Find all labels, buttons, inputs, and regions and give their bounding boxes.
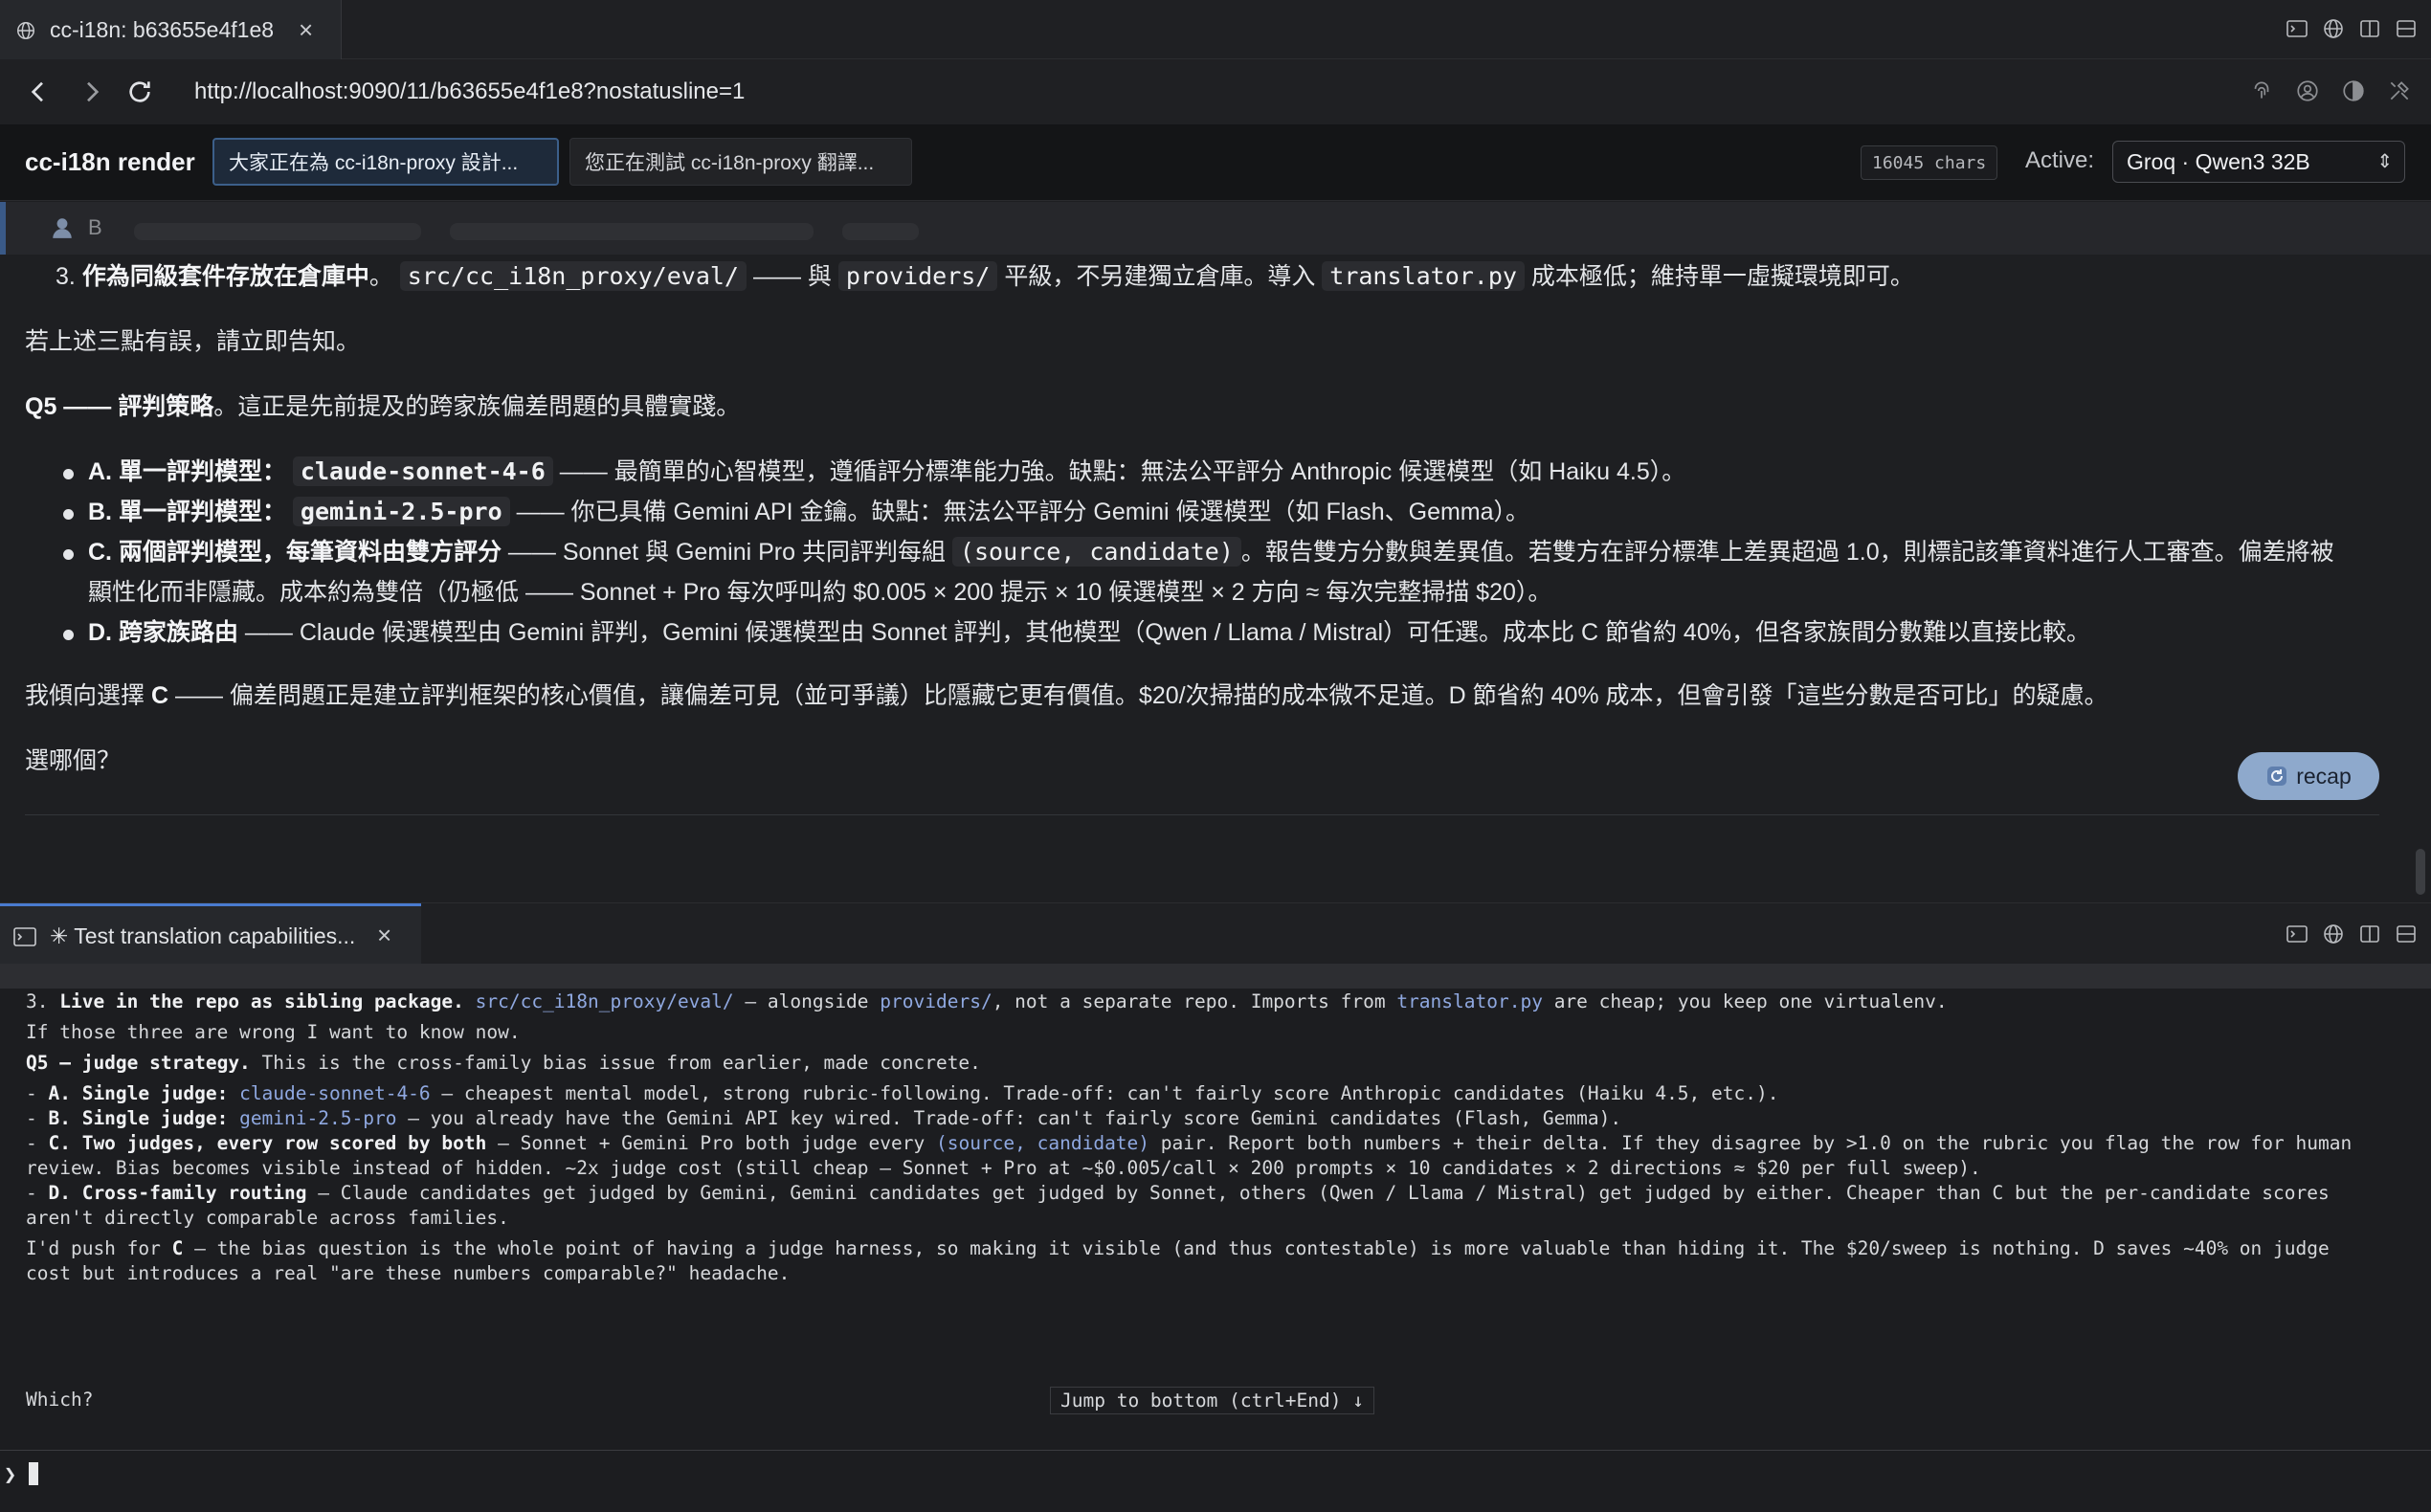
divider: [0, 1450, 2431, 1451]
code-model-a: claude-sonnet-4-6: [292, 456, 553, 486]
bullet: [63, 630, 74, 640]
option-b: B. 單一評判模型： gemini-2.5-pro —— 你已具備 Gemini…: [88, 497, 1530, 526]
chevron-updown-icon: ⇕: [2376, 151, 2393, 172]
char-count-badge: 16045 chars: [1861, 145, 1998, 180]
browser-tab[interactable]: cc-i18n: b63655e4f1e8 ×: [0, 0, 342, 59]
reload-icon[interactable]: [124, 77, 155, 107]
terminal-icon[interactable]: [2286, 923, 2308, 945]
divider: [25, 814, 2379, 815]
scrollbar-thumb[interactable]: [2416, 849, 2425, 895]
browser-tab-bar: cc-i18n: b63655e4f1e8 ×: [0, 0, 2431, 59]
terminal-line: Which?: [26, 1389, 94, 1411]
paragraph-wrong: 若上述三點有誤，請立即告知。: [25, 328, 361, 355]
code-path-eval: src/cc_i18n_proxy/eval/: [399, 261, 747, 291]
terminal-line: - C. Two judges, every row scored by bot…: [26, 1132, 2353, 1154]
model-select-value: Groq · Qwen3 32B: [2127, 148, 2310, 174]
terminal-line: review. Bias becomes visible instead of …: [26, 1157, 1981, 1179]
bullet: [63, 509, 74, 520]
prompt-tab-1[interactable]: 大家正在為 cc-i18n-proxy 設計...: [212, 138, 559, 186]
prompt-icon: ❯: [4, 1463, 17, 1487]
back-icon[interactable]: [23, 77, 54, 107]
terminal-icon: [13, 927, 36, 946]
bullet: [63, 469, 74, 479]
refresh-icon: [2267, 767, 2287, 786]
fingerprint-icon[interactable]: [2249, 78, 2274, 103]
prompt-tab-2[interactable]: 您正在測試 cc-i18n-proxy 翻譯...: [569, 138, 912, 186]
model-select[interactable]: Groq · Qwen3 32B ⇕: [2112, 141, 2405, 183]
app-header: cc-i18n render 大家正在為 cc-i18n-proxy 設計...…: [0, 124, 2431, 201]
terminal-output[interactable]: 3. Live in the repo as sibling package. …: [0, 964, 2431, 1512]
split-vertical-icon[interactable]: [2358, 923, 2381, 945]
split-horizontal-icon[interactable]: [2395, 923, 2418, 945]
question-which: 選哪個？: [25, 747, 122, 774]
terminal-line: If those three are wrong I want to know …: [26, 1021, 521, 1043]
message-accent-bar: [0, 202, 6, 255]
account-icon[interactable]: [2295, 78, 2320, 103]
globe-icon[interactable]: [2322, 17, 2345, 40]
terminal-line: Q5 — judge strategy. This is the cross-f…: [26, 1052, 981, 1074]
option-c: C. 兩個評判模型，每筆資料由雙方評分 —— Sonnet 與 Gemini P…: [88, 537, 2334, 567]
terminal-line: - D. Cross-family routing — Claude candi…: [26, 1182, 2330, 1204]
terminal-line: 3. Live in the repo as sibling package. …: [26, 990, 1948, 1012]
preference-paragraph: 我傾向選擇 C —— 偏差問題正是建立評判框架的核心價值，讓偏差可見（並可爭議）…: [25, 682, 2108, 709]
terminal-tab-bar: ✳ Test translation capabilities... ×: [0, 902, 2431, 965]
terminal-line: I'd push for C — the bias question is th…: [26, 1237, 2330, 1259]
terminal-controls: [2286, 923, 2418, 945]
forward-icon[interactable]: [77, 77, 107, 107]
globe-icon[interactable]: [2322, 923, 2345, 945]
item-3: 3. 作為同級套件存放在倉庫中。 src/cc_i18n_proxy/eval/…: [56, 261, 1914, 291]
url-bar: http://localhost:9090/11/b63655e4f1e8?no…: [0, 59, 2431, 124]
contrast-icon[interactable]: [2341, 78, 2366, 103]
input-cursor[interactable]: [29, 1462, 38, 1485]
terminal-line: - B. Single judge: gemini-2.5-pro — you …: [26, 1107, 1622, 1129]
previous-user-message: B: [0, 202, 2431, 255]
url-bar-actions: [2249, 78, 2412, 103]
terminal-line: - A. Single judge: claude-sonnet-4-6 — c…: [26, 1082, 1779, 1104]
blurred-text: [450, 223, 814, 240]
q5-heading: Q5 —— 評判策略。這正是先前提及的跨家族偏差問題的具體實踐。: [25, 393, 741, 420]
window-controls: [2286, 17, 2418, 40]
user-initial: B: [88, 215, 102, 239]
terminal-tab[interactable]: ✳ Test translation capabilities... ×: [0, 903, 421, 965]
terminal-icon[interactable]: [2286, 17, 2308, 40]
code-model-b: gemini-2.5-pro: [292, 497, 510, 526]
code-path-providers: providers/: [837, 261, 998, 291]
code-translator: translator.py: [1322, 261, 1525, 291]
split-horizontal-icon[interactable]: [2395, 17, 2418, 40]
app-title: cc-i18n render: [25, 147, 195, 176]
user-icon: [53, 218, 72, 238]
terminal-top-strip: [0, 964, 2431, 989]
recap-label: recap: [2296, 763, 2352, 789]
blurred-text: [842, 223, 919, 240]
blurred-text: [134, 223, 421, 240]
close-tab-icon[interactable]: ×: [299, 15, 313, 45]
recap-button[interactable]: recap: [2238, 752, 2379, 800]
globe-icon: [17, 22, 34, 39]
jump-to-bottom-button[interactable]: Jump to bottom (ctrl+End) ↓: [1050, 1387, 1374, 1414]
terminal-line: aren't directly comparable across famili…: [26, 1207, 509, 1229]
option-d: D. 跨家族路由 —— Claude 候選模型由 Gemini 評判，Gemin…: [88, 619, 2090, 646]
close-tab-icon[interactable]: ×: [377, 921, 391, 950]
split-vertical-icon[interactable]: [2358, 17, 2381, 40]
browser-tab-title: cc-i18n: b63655e4f1e8: [50, 17, 275, 42]
tools-icon[interactable]: [2387, 78, 2412, 103]
active-model-label: Active:: [2025, 147, 2095, 173]
option-c-continued: 顯性化而非隱藏。成本約為雙倍（仍極低 —— Sonnet + Pro 每次呼叫約…: [88, 579, 1552, 606]
terminal-tab-title: ✳ Test translation capabilities...: [50, 923, 356, 948]
option-a: A. 單一評判模型： claude-sonnet-4-6 —— 最簡單的心智模型…: [88, 456, 1686, 486]
translated-output: B 3. 作為同級套件存放在倉庫中。 src/cc_i18n_proxy/eva…: [0, 202, 2431, 902]
bullet: [63, 549, 74, 560]
terminal-line: cost but introduces a real "are these nu…: [26, 1262, 791, 1284]
address-field[interactable]: http://localhost:9090/11/b63655e4f1e8?no…: [194, 78, 745, 105]
code-tuple: (source, candidate): [951, 537, 1241, 567]
